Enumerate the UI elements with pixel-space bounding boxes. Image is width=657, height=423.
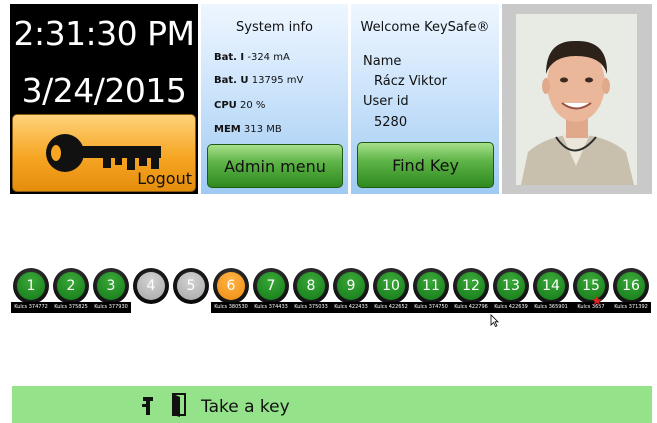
key-slot-label: Kulcs 422652 — [371, 302, 411, 313]
key-slot-ring: 13 — [493, 268, 529, 304]
key-slot-5[interactable]: 5 — [171, 268, 211, 314]
user-id-value: 5280 — [374, 115, 408, 130]
name-label: Name — [363, 54, 402, 69]
key-slot-number: 13 — [497, 272, 525, 300]
welcome-panel: Welcome KeySafe® Name Rácz Viktor User i… — [351, 4, 499, 194]
take-key-label: Take a key — [201, 397, 290, 417]
clock-panel: 2:31:30 PM 3/24/2015 Logout — [10, 4, 198, 194]
key-slot-ring: 3 — [93, 268, 129, 304]
key-slot-number: 6 — [217, 272, 245, 300]
key-slot-ring: 2 — [53, 268, 89, 304]
warning-star-icon: ★ — [591, 294, 603, 309]
key-slot-13[interactable]: 13 Kulcs 422639 — [491, 268, 531, 314]
key-slot-14[interactable]: 14 Kulcs 365901 — [531, 268, 571, 314]
key-slot-ring: 9 — [333, 268, 369, 304]
key-slot-label: Kulcs 422639 — [491, 302, 531, 313]
key-slot-label: Kulcs 374433 — [251, 302, 291, 313]
clock-date: 3/24/2015 — [21, 71, 187, 110]
key-slot-label: Kulcs 365901 — [531, 302, 571, 313]
admin-menu-button[interactable]: Admin menu — [207, 144, 343, 188]
key-slot-label: Kulcs 377930 — [91, 302, 131, 313]
key-slot-number: 2 — [57, 272, 85, 300]
key-slot-ring: 7 — [253, 268, 289, 304]
key-slot-number: 5 — [177, 272, 205, 300]
key-slot-3[interactable]: 3 Kulcs 377930 — [91, 268, 131, 314]
key-slot-ring: 4 — [133, 268, 169, 304]
logout-button[interactable]: Logout — [12, 114, 196, 192]
key-slot-8[interactable]: 8 Kulcs 375033 — [291, 268, 331, 314]
key-slot-number: 4 — [137, 272, 165, 300]
key-slot-number: 1 — [17, 272, 45, 300]
key-slot-number: 14 — [537, 272, 565, 300]
cpu-value: 20 % — [239, 100, 266, 111]
cpu-row: CPU 20 % — [214, 100, 265, 111]
system-info-title: System info — [236, 20, 313, 35]
key-slot-15[interactable]: 15 Kulcs 3657 ★ — [571, 268, 611, 314]
key-slot-number: 10 — [377, 272, 405, 300]
key-slot-number: 11 — [417, 272, 445, 300]
mouse-cursor-icon — [490, 314, 499, 327]
key-slot-number: 3 — [97, 272, 125, 300]
key-slot-7[interactable]: 7 Kulcs 374433 — [251, 268, 291, 314]
key-slot-ring: 5 — [173, 268, 209, 304]
user-portrait-icon — [516, 14, 637, 185]
user-photo — [516, 14, 637, 185]
key-slot-label: Kulcs 371392 — [611, 302, 651, 313]
key-slot-9[interactable]: 9 Kulcs 422433 — [331, 268, 371, 314]
system-info-panel: System info Bat. I -324 mA Bat. U 13795 … — [201, 4, 348, 194]
key-slot-row: 1 Kulcs 374772 2 Kulcs 375825 3 Kulcs 377930 4… — [11, 268, 653, 314]
key-slot-label: Kulcs 375825 — [51, 302, 91, 313]
key-slot-ring: 8 — [293, 268, 329, 304]
key-slot-10[interactable]: 10 Kulcs 422652 — [371, 268, 411, 314]
cpu-key: CPU — [214, 100, 237, 111]
key-slot-number: 9 — [337, 272, 365, 300]
key-slot-11[interactable]: 11 Kulcs 374750 — [411, 268, 451, 314]
user-id-label: User id — [363, 94, 409, 109]
battery-voltage-row: Bat. U 13795 mV — [214, 75, 303, 86]
key-slot-number: 12 — [457, 272, 485, 300]
key-slot-number: 7 — [257, 272, 285, 300]
key-slot-number: 8 — [297, 272, 325, 300]
key-slot-ring: 12 — [453, 268, 489, 304]
battery-current-row: Bat. I -324 mA — [214, 52, 290, 63]
user-photo-frame — [502, 4, 652, 194]
key-slot-ring: 16 — [613, 268, 649, 304]
key-slot-2[interactable]: 2 Kulcs 375825 — [51, 268, 91, 314]
key-slot-ring: 10 — [373, 268, 409, 304]
key-tag-icon — [142, 397, 153, 415]
welcome-title: Welcome KeySafe® — [360, 20, 490, 35]
key-slot-label: Kulcs 374772 — [11, 302, 51, 313]
key-slot-label: Kulcs 375033 — [291, 302, 331, 313]
memory-row: MEM 313 MB — [214, 124, 282, 135]
battery-voltage-value: 13795 mV — [251, 75, 304, 86]
key-slot-1[interactable]: 1 Kulcs 374772 — [11, 268, 51, 314]
key-slot-ring: 14 — [533, 268, 569, 304]
logout-label: Logout — [137, 169, 192, 188]
memory-value: 313 MB — [243, 124, 282, 135]
key-slot-16[interactable]: 16 Kulcs 371392 — [611, 268, 651, 314]
key-slot-4[interactable]: 4 — [131, 268, 171, 314]
key-slot-number: 16 — [617, 272, 645, 300]
key-slot-label: Kulcs 422433 — [331, 302, 371, 313]
door-icon — [172, 393, 186, 417]
key-slot-label: Kulcs 374750 — [411, 302, 451, 313]
key-slot-12[interactable]: 12 Kulcs 422796 — [451, 268, 491, 314]
find-key-button[interactable]: Find Key — [357, 142, 494, 188]
key-slot-label: Kulcs 422796 — [451, 302, 491, 313]
bottom-action-bar[interactable]: Take a key — [12, 386, 652, 423]
key-slot-ring: 1 — [13, 268, 49, 304]
key-slot-6[interactable]: 6 Kulcs 380530 — [211, 268, 251, 314]
key-slot-ring: 6 — [213, 268, 249, 304]
battery-voltage-key: Bat. U — [214, 75, 249, 86]
name-value: Rácz Viktor — [374, 74, 447, 89]
memory-key: MEM — [214, 124, 241, 135]
key-slot-ring: 11 — [413, 268, 449, 304]
key-slot-label: Kulcs 380530 — [211, 302, 251, 313]
battery-current-key: Bat. I — [214, 52, 245, 63]
battery-current-value: -324 mA — [247, 52, 290, 63]
clock-time: 2:31:30 PM — [13, 14, 195, 53]
